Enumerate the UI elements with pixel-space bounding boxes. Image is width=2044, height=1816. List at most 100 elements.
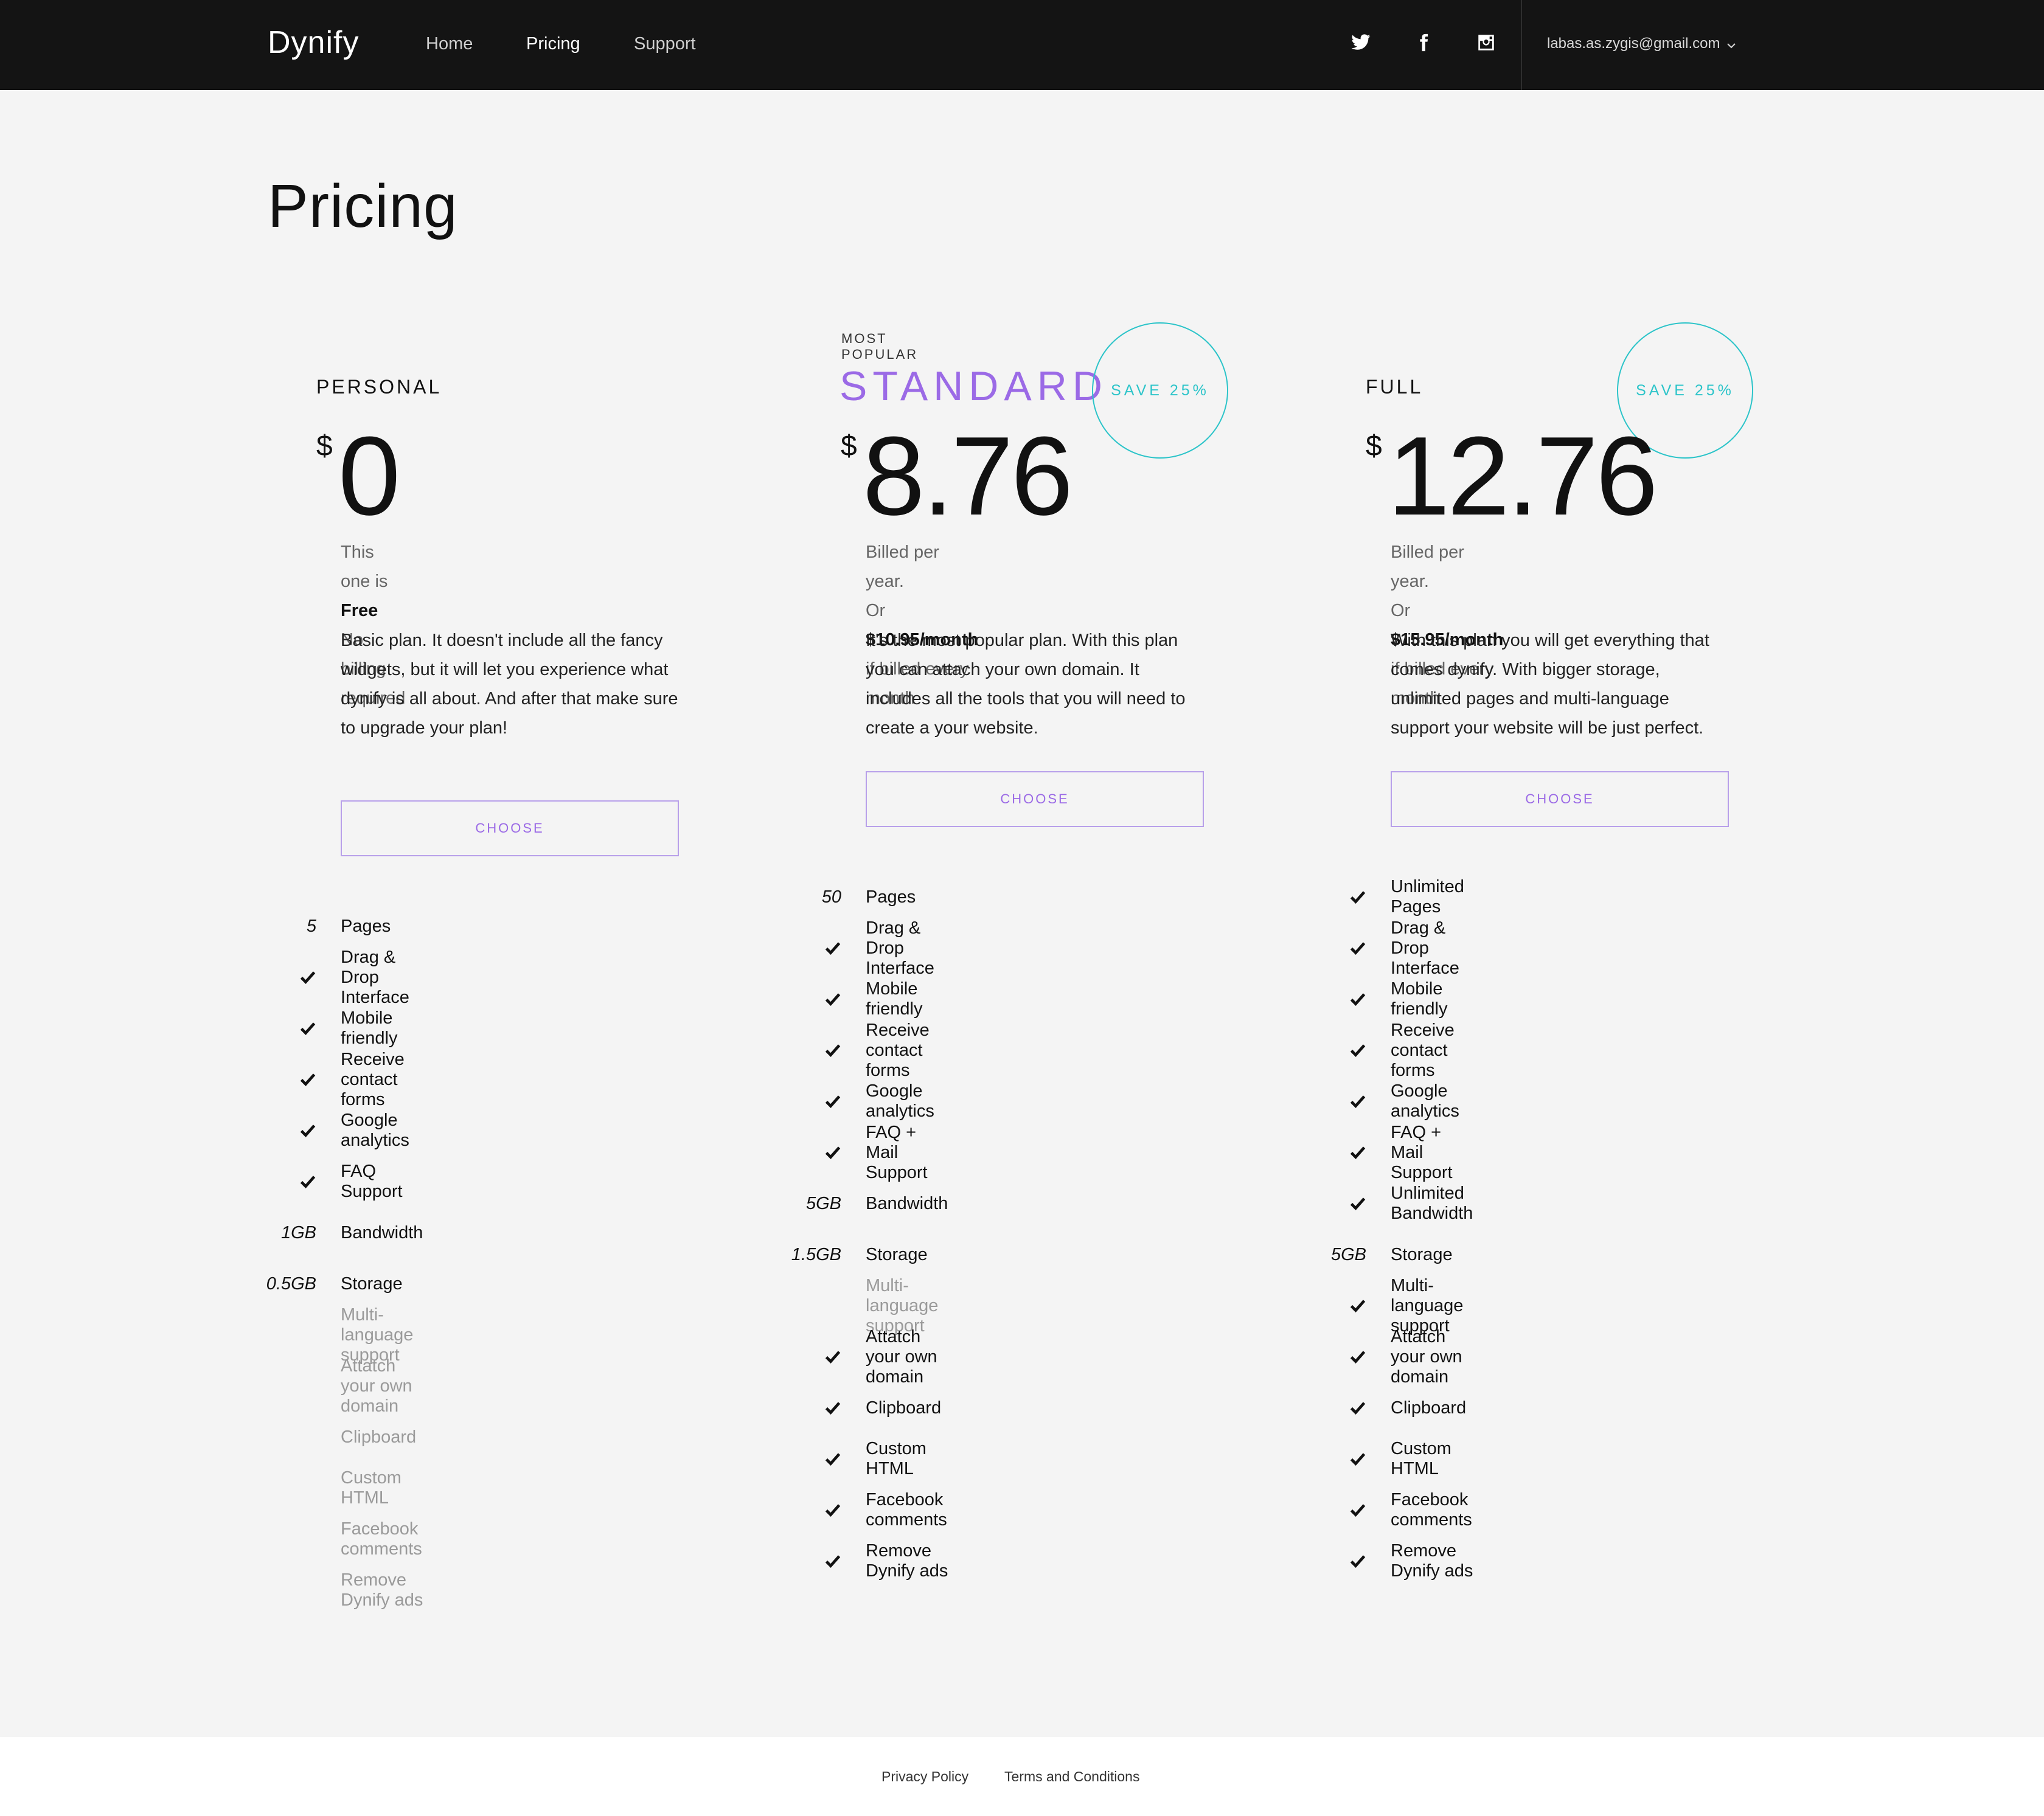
- feature-label: FAQ + Mail Support: [866, 1122, 928, 1182]
- feature-quantity: 50: [821, 887, 841, 907]
- feature-item: 1GB Bandwidth: [281, 1207, 423, 1258]
- twitter-icon[interactable]: [1347, 29, 1374, 56]
- plan-price: 0: [338, 413, 400, 538]
- choose-full-button[interactable]: CHOOSE: [1391, 771, 1729, 827]
- user-account-menu[interactable]: labas.as.zygis@gmail.com: [1547, 35, 1737, 52]
- facebook-icon[interactable]: [1410, 29, 1437, 56]
- choose-standard-button[interactable]: CHOOSE: [866, 771, 1204, 827]
- feature-label: Storage: [341, 1274, 403, 1294]
- feature-item: Google analytics: [825, 1076, 948, 1127]
- check-icon: [243, 969, 316, 986]
- check-icon: [768, 991, 841, 1008]
- check-icon: [1293, 1297, 1366, 1314]
- check-icon: [1293, 1553, 1366, 1570]
- feature-item: 5 Pages: [307, 901, 423, 952]
- footer-link-privacy[interactable]: Privacy Policy: [881, 1769, 968, 1785]
- feature-item: Unlimited Bandwidth: [1350, 1178, 1473, 1229]
- feature-item: Multi-language support: [341, 1305, 423, 1365]
- feature-label: Mobile friendly: [1391, 979, 1448, 1019]
- check-icon: [768, 1042, 841, 1059]
- choose-personal-button[interactable]: CHOOSE: [341, 800, 679, 856]
- feature-item: 5GB Bandwidth: [806, 1178, 948, 1229]
- feature-quantity: 5: [306, 916, 316, 936]
- feature-label: Storage: [1391, 1244, 1453, 1264]
- feature-label: Google analytics: [341, 1111, 409, 1150]
- feature-label: Clipboard: [1391, 1398, 1467, 1418]
- feature-item: 0.5GB Storage: [266, 1258, 423, 1309]
- nav-link-support[interactable]: Support: [634, 34, 696, 54]
- billing-line1: This one is: [341, 542, 388, 591]
- check-icon: [243, 1071, 316, 1088]
- check-icon: [1293, 1399, 1366, 1416]
- feature-item: Remove Dynify ads: [825, 1536, 948, 1587]
- check-icon: [243, 1122, 316, 1139]
- currency-symbol: $: [1366, 430, 1382, 462]
- nav-link-home[interactable]: Home: [426, 34, 473, 54]
- check-icon: [1293, 1144, 1366, 1161]
- nav-link-pricing[interactable]: Pricing: [526, 34, 580, 54]
- plan-price: 12.76: [1388, 413, 1658, 538]
- check-icon: [768, 1093, 841, 1110]
- feature-item: Custom HTML: [825, 1433, 948, 1485]
- feature-label: Unlimited Pages: [1391, 877, 1464, 917]
- feature-item: Google analytics: [300, 1105, 423, 1156]
- check-icon: [1293, 1042, 1366, 1059]
- feature-list: 5 Pages Drag & Drop Interface Mobile friend…: [266, 901, 423, 1616]
- feature-item: Receive contact forms: [825, 1021, 948, 1080]
- feature-item: Mobile friendly: [825, 974, 948, 1025]
- feature-label: Bandwidth: [341, 1222, 423, 1242]
- billing-line1: Billed per year.: [1391, 542, 1464, 591]
- feature-item: Remove Dynify ads: [341, 1565, 423, 1616]
- feature-quantity: 1GB: [280, 1222, 316, 1242]
- chevron-down-icon: [1726, 38, 1737, 49]
- most-popular-label: MOST POPULAR: [841, 331, 919, 362]
- feature-label: Attatch your own domain: [1391, 1326, 1462, 1387]
- check-icon: [768, 1553, 841, 1570]
- feature-quantity: 0.5GB: [266, 1274, 316, 1294]
- feature-label: Receive contact forms: [341, 1049, 405, 1109]
- feature-item: Multi-language support: [866, 1276, 948, 1336]
- feature-item: Attatch your own domain: [825, 1327, 948, 1387]
- feature-quantity: 5GB: [1330, 1244, 1366, 1264]
- feature-item: FAQ + Mail Support: [1350, 1123, 1473, 1182]
- feature-quantity: 1.5GB: [791, 1244, 841, 1264]
- feature-label: Custom HTML: [1391, 1439, 1451, 1478]
- plan-name: STANDARD: [839, 363, 1108, 409]
- check-icon: [768, 940, 841, 957]
- feature-label: Bandwidth: [866, 1193, 948, 1213]
- feature-label: Mobile friendly: [866, 979, 923, 1019]
- feature-label: Clipboard: [866, 1398, 942, 1418]
- check-icon: [1293, 1348, 1366, 1365]
- feature-label: Facebook comments: [341, 1519, 422, 1559]
- save-badge: SAVE 25%: [1092, 322, 1228, 459]
- feature-label: Attatch your own domain: [341, 1356, 412, 1416]
- feature-item: Drag & Drop Interface: [300, 948, 423, 1007]
- currency-symbol: $: [316, 430, 333, 462]
- feature-label: Facebook comments: [866, 1490, 947, 1530]
- check-icon: [1293, 940, 1366, 957]
- feature-label: FAQ Support: [341, 1162, 403, 1201]
- feature-item: Custom HTML: [1350, 1433, 1473, 1485]
- feature-item: 1.5GB Storage: [791, 1229, 948, 1280]
- billing-line2-prefix: Or: [1391, 601, 1411, 620]
- feature-item: Facebook comments: [825, 1485, 948, 1536]
- check-icon: [1293, 1195, 1366, 1212]
- instagram-icon[interactable]: [1473, 29, 1500, 56]
- feature-item: Google analytics: [1350, 1076, 1473, 1127]
- check-icon: [1293, 991, 1366, 1008]
- user-email: labas.as.zygis@gmail.com: [1547, 35, 1720, 52]
- billing-highlight: Free: [341, 601, 378, 620]
- brand-logo[interactable]: Dynify: [268, 24, 359, 61]
- plan-name: PERSONAL: [316, 376, 442, 398]
- feature-label: Facebook comments: [1391, 1490, 1472, 1530]
- nav-divider: [1521, 0, 1522, 90]
- feature-label: Remove Dynify ads: [1391, 1541, 1473, 1581]
- footer-link-terms[interactable]: Terms and Conditions: [1004, 1769, 1139, 1785]
- feature-item: Facebook comments: [341, 1514, 423, 1565]
- feature-label: Google analytics: [1391, 1081, 1459, 1121]
- feature-list: Unlimited Pages Drag & Drop Interface Mobi…: [1331, 872, 1473, 1587]
- feature-label: Custom HTML: [866, 1439, 926, 1478]
- feature-item: Mobile friendly: [300, 1003, 423, 1054]
- feature-label: Clipboard: [341, 1427, 417, 1447]
- check-icon: [1293, 889, 1366, 906]
